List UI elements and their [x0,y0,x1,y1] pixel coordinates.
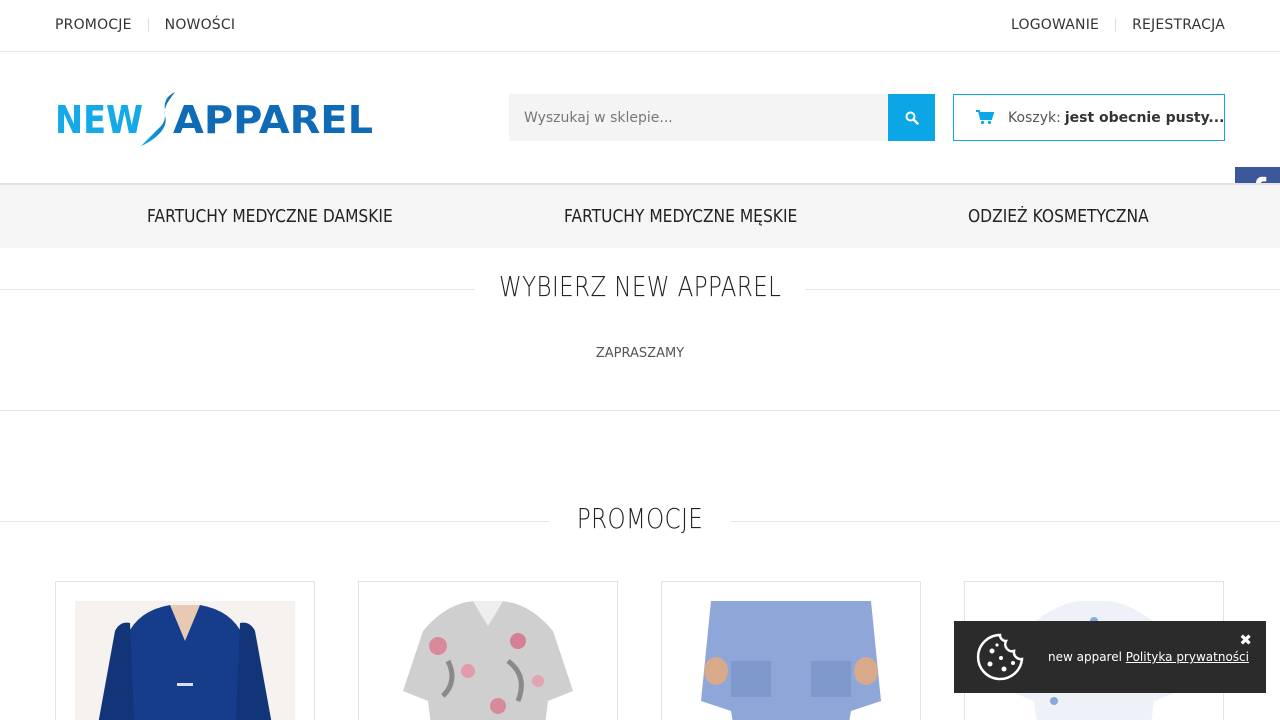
promotions-title: PROMOCJE [552,502,728,535]
cookie-icon [976,633,1024,681]
product-card[interactable] [55,581,315,720]
separator [1115,18,1117,32]
nav-item-women-medical-aprons[interactable]: FARTUCHY MEDYCZNE DAMSKIE [147,185,393,248]
promotions-link[interactable]: PROMOCJE [55,17,132,33]
search-button[interactable] [888,94,935,141]
promotions-heading: PROMOCJE [0,502,1280,535]
login-link[interactable]: LOGOWANIE [1011,17,1099,33]
top-bar-left: PROMOCJE NOWOŚCI [55,17,235,33]
intro-heading: WYBIERZ NEW APPAREL [0,270,1280,303]
cart-label: Koszyk: [1008,109,1061,126]
product-card[interactable] [661,581,921,720]
cookie-banner: new apparel Polityka prywatności ✖ [954,621,1266,693]
svg-text:NEW: NEW [55,98,143,142]
cart-icon [976,110,994,125]
privacy-policy-link[interactable]: Polityka prywatności [1126,650,1249,664]
svg-text:APPAREL: APPAREL [173,98,373,142]
cart-button[interactable]: Koszyk: jest obecnie pusty... [953,94,1225,141]
product-image [75,601,295,720]
product-card[interactable] [358,581,618,720]
search-input[interactable] [509,94,888,141]
search-bar [509,94,935,141]
product-image [681,601,901,720]
cookie-text: new apparel Polityka prywatności [1048,650,1249,664]
top-bar: PROMOCJE NOWOŚCI LOGOWANIE REJESTRACJA [0,0,1280,52]
close-icon[interactable]: ✖ [1239,631,1252,649]
top-bar-right: LOGOWANIE REJESTRACJA [1011,17,1225,33]
logo-graphic: NEW APPAREL [55,92,373,146]
product-image [378,601,598,720]
intro-subtitle: ZAPRASZAMY [595,346,685,361]
section-divider [0,410,1280,411]
cart-status: jest obecnie pusty... [1064,109,1225,126]
cookie-message: new apparel [1048,650,1122,664]
main-nav: FARTUCHY MEDYCZNE DAMSKIE FARTUCHY MEDYC… [0,183,1280,248]
separator [147,18,149,32]
new-arrivals-link[interactable]: NOWOŚCI [165,17,236,33]
logo[interactable]: NEW APPAREL [55,88,375,148]
intro-title: WYBIERZ NEW APPAREL [474,270,806,303]
search-icon [905,111,919,125]
register-link[interactable]: REJESTRACJA [1132,17,1225,33]
nav-item-cosmetic-clothing[interactable]: ODZIEŻ KOSMETYCZNA [968,185,1149,248]
nav-item-men-medical-aprons[interactable]: FARTUCHY MEDYCZNE MĘSKIE [564,185,797,248]
